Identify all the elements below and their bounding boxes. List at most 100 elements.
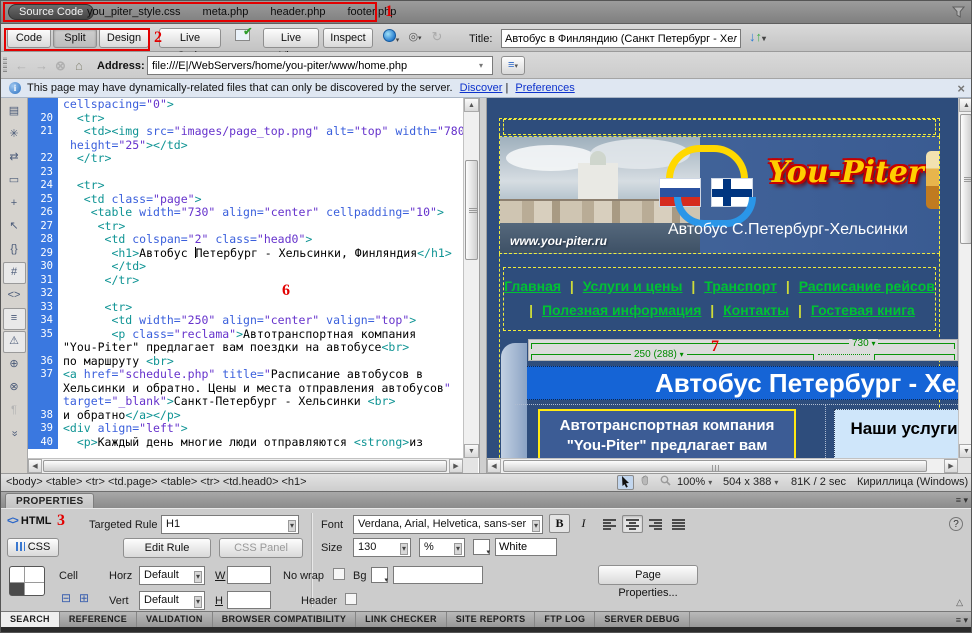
- forward-icon[interactable]: →: [35, 58, 48, 73]
- align-center-button[interactable]: [622, 515, 643, 533]
- title-input[interactable]: [501, 29, 741, 48]
- tag-selector-item[interactable]: <td.head0>: [223, 476, 279, 488]
- code-line[interactable]: 26 <table width="730" align="center" cel…: [28, 206, 464, 220]
- company-reclama-box[interactable]: Автотранспортная компания "You-Piter" пр…: [538, 409, 796, 458]
- table-width-730[interactable]: 730 ▾: [849, 339, 878, 349]
- collapse-full-tag-icon[interactable]: ⇄: [3, 147, 26, 169]
- scroll-right-icon[interactable]: ▶: [944, 459, 958, 473]
- line-numbers-icon[interactable]: #: [3, 262, 26, 284]
- live-code-button[interactable]: Live Code: [159, 28, 221, 48]
- page-heading[interactable]: Автобус Петербург - Хельсинки: [527, 366, 958, 400]
- code-horizontal-scrollbar[interactable]: ◀ ▶: [28, 458, 463, 473]
- no-wrap-checkbox[interactable]: [333, 568, 345, 580]
- table-width-bar[interactable]: 730 ▾ 250 (288) ▾: [528, 339, 958, 361]
- design-view-button[interactable]: Design: [99, 28, 149, 48]
- nav-link[interactable]: Полезная информация: [542, 302, 701, 318]
- close-info-bar-icon[interactable]: ×: [957, 80, 965, 98]
- design-vertical-scrollbar[interactable]: ▲ ▼: [958, 98, 972, 458]
- scroll-down-icon[interactable]: ▼: [464, 444, 479, 458]
- panel-menu-icon[interactable]: ≡ ▾: [956, 615, 968, 626]
- bold-button[interactable]: B: [549, 514, 570, 533]
- html-mode-button[interactable]: <> HTML: [7, 515, 51, 527]
- help-icon[interactable]: ?: [949, 517, 963, 531]
- cell-width-input[interactable]: [227, 566, 271, 584]
- tag-selector-item[interactable]: <tr>: [200, 476, 220, 488]
- code-line[interactable]: 24 <tr>: [28, 179, 464, 193]
- code-editor[interactable]: cellspacing="0">20 <tr>21 <td><img src="…: [28, 98, 464, 458]
- page-properties-button[interactable]: Page Properties...: [598, 565, 698, 585]
- merge-cells-icon[interactable]: ⊟: [61, 591, 71, 605]
- toolbar-drag-handle[interactable]: [3, 57, 7, 73]
- check-browser-compatibility-icon[interactable]: ✔: [229, 29, 255, 47]
- home-icon[interactable]: ⌂: [75, 58, 83, 73]
- balance-braces-icon[interactable]: {}: [3, 239, 26, 261]
- code-line[interactable]: 32: [28, 287, 464, 301]
- code-line[interactable]: 29 <h1>Автобус Петербург - Хельсинки, Фи…: [28, 247, 464, 261]
- bg-color-input[interactable]: [393, 566, 483, 584]
- code-line[interactable]: 39<div align="left">: [28, 422, 464, 436]
- our-services-box[interactable]: Наши услуги: [834, 409, 958, 458]
- nav-link[interactable]: Контакты: [723, 302, 789, 318]
- bg-color-swatch[interactable]: [371, 567, 388, 583]
- code-hscroll-thumb[interactable]: [43, 460, 447, 472]
- collapse-selection-icon[interactable]: ▭: [3, 170, 26, 192]
- apply-comment-icon[interactable]: ⊕: [3, 354, 26, 376]
- code-view-pane[interactable]: ▤✳⇄▭+↖{}#<>≡⚠⊕⊗¶» cellspacing="0">20 <tr…: [1, 98, 479, 473]
- properties-tab[interactable]: PROPERTIES: [5, 493, 94, 509]
- tag-selector-item[interactable]: <td.page>: [108, 476, 158, 488]
- results-tab-server-debug[interactable]: SERVER DEBUG: [595, 612, 689, 628]
- code-line[interactable]: 33 <tr>: [28, 301, 464, 315]
- results-tab-site-reports[interactable]: SITE REPORTS: [447, 612, 536, 628]
- nav-link[interactable]: Транспорт: [704, 278, 777, 294]
- justify-button[interactable]: [668, 515, 689, 533]
- results-tab-reference[interactable]: REFERENCE: [60, 612, 137, 628]
- targeted-rule-select[interactable]: H1: [161, 515, 299, 534]
- address-dropdown-icon[interactable]: ▾: [479, 61, 483, 70]
- related-file-tab[interactable]: meta.php: [203, 6, 249, 18]
- code-line[interactable]: 36по маршруту <br>: [28, 355, 464, 369]
- discover-link[interactable]: Discover: [460, 82, 503, 94]
- scroll-left-icon[interactable]: ◀: [28, 459, 42, 473]
- code-line[interactable]: 37<a href="schedule.php" title="Расписан…: [28, 368, 464, 382]
- select-parent-tag-icon[interactable]: ↖: [3, 216, 26, 238]
- panel-menu-icon[interactable]: ≡ ▾: [956, 495, 968, 506]
- code-line[interactable]: 31 </tr>: [28, 274, 464, 288]
- edit-rule-button[interactable]: Edit Rule: [123, 538, 211, 558]
- scroll-up-icon[interactable]: ▲: [464, 98, 479, 112]
- scroll-up-icon[interactable]: ▲: [959, 98, 972, 112]
- code-line[interactable]: 40 <p>Каждый день многие люди отправляют…: [28, 436, 464, 450]
- code-line[interactable]: 23: [28, 166, 464, 180]
- tag-selector-item[interactable]: <body>: [6, 476, 43, 488]
- preview-in-browser-icon[interactable]: ▾: [381, 29, 401, 47]
- zoom-tool-icon[interactable]: [657, 475, 674, 490]
- highlight-invalid-code-icon[interactable]: <>: [3, 285, 26, 307]
- size-unit-select[interactable]: %: [419, 538, 465, 557]
- code-line[interactable]: 22 </tr>: [28, 152, 464, 166]
- refresh-icon[interactable]: ↻: [429, 29, 445, 47]
- text-color-input[interactable]: [495, 538, 557, 556]
- tag-selector-item[interactable]: <table>: [46, 476, 83, 488]
- nav-link[interactable]: Услуги и цены: [583, 278, 683, 294]
- design-canvas[interactable]: www.you-piter.ru You-Piter Автобус С.Пет…: [487, 98, 958, 458]
- scroll-right-icon[interactable]: ▶: [449, 459, 463, 473]
- results-tab-validation[interactable]: VALIDATION: [137, 612, 213, 628]
- tag-selector-item[interactable]: <tr>: [85, 476, 105, 488]
- code-line[interactable]: 21 <td><img src="images/page_top.png" al…: [28, 125, 464, 139]
- split-cell-icon[interactable]: ⊞: [79, 591, 89, 605]
- code-line[interactable]: "You-Piter" предлагает вам поездки на ав…: [28, 341, 464, 355]
- code-line[interactable]: 38и обратно</a></p>: [28, 409, 464, 423]
- split-view-divider[interactable]: [479, 98, 487, 473]
- related-file-tab[interactable]: you_piter_style.css: [87, 6, 181, 18]
- nav-link[interactable]: Гостевая книга: [811, 302, 915, 318]
- remove-comment-icon[interactable]: ⊗: [3, 377, 26, 399]
- validate-markup-icon[interactable]: ◎▾: [405, 29, 425, 47]
- code-line[interactable]: 20 <tr>: [28, 112, 464, 126]
- code-vertical-scrollbar[interactable]: ▲ ▼: [463, 98, 479, 458]
- code-line[interactable]: 25 <td class="page">: [28, 193, 464, 207]
- live-view-button[interactable]: Live View: [263, 28, 319, 48]
- file-get-put-icon[interactable]: ↓↑▾: [749, 29, 766, 44]
- scroll-down-icon[interactable]: ▼: [959, 444, 972, 458]
- nav-link[interactable]: Расписание рейсов: [799, 278, 935, 294]
- code-line[interactable]: 27 <tr>: [28, 220, 464, 234]
- split-view-button[interactable]: Split: [53, 28, 97, 48]
